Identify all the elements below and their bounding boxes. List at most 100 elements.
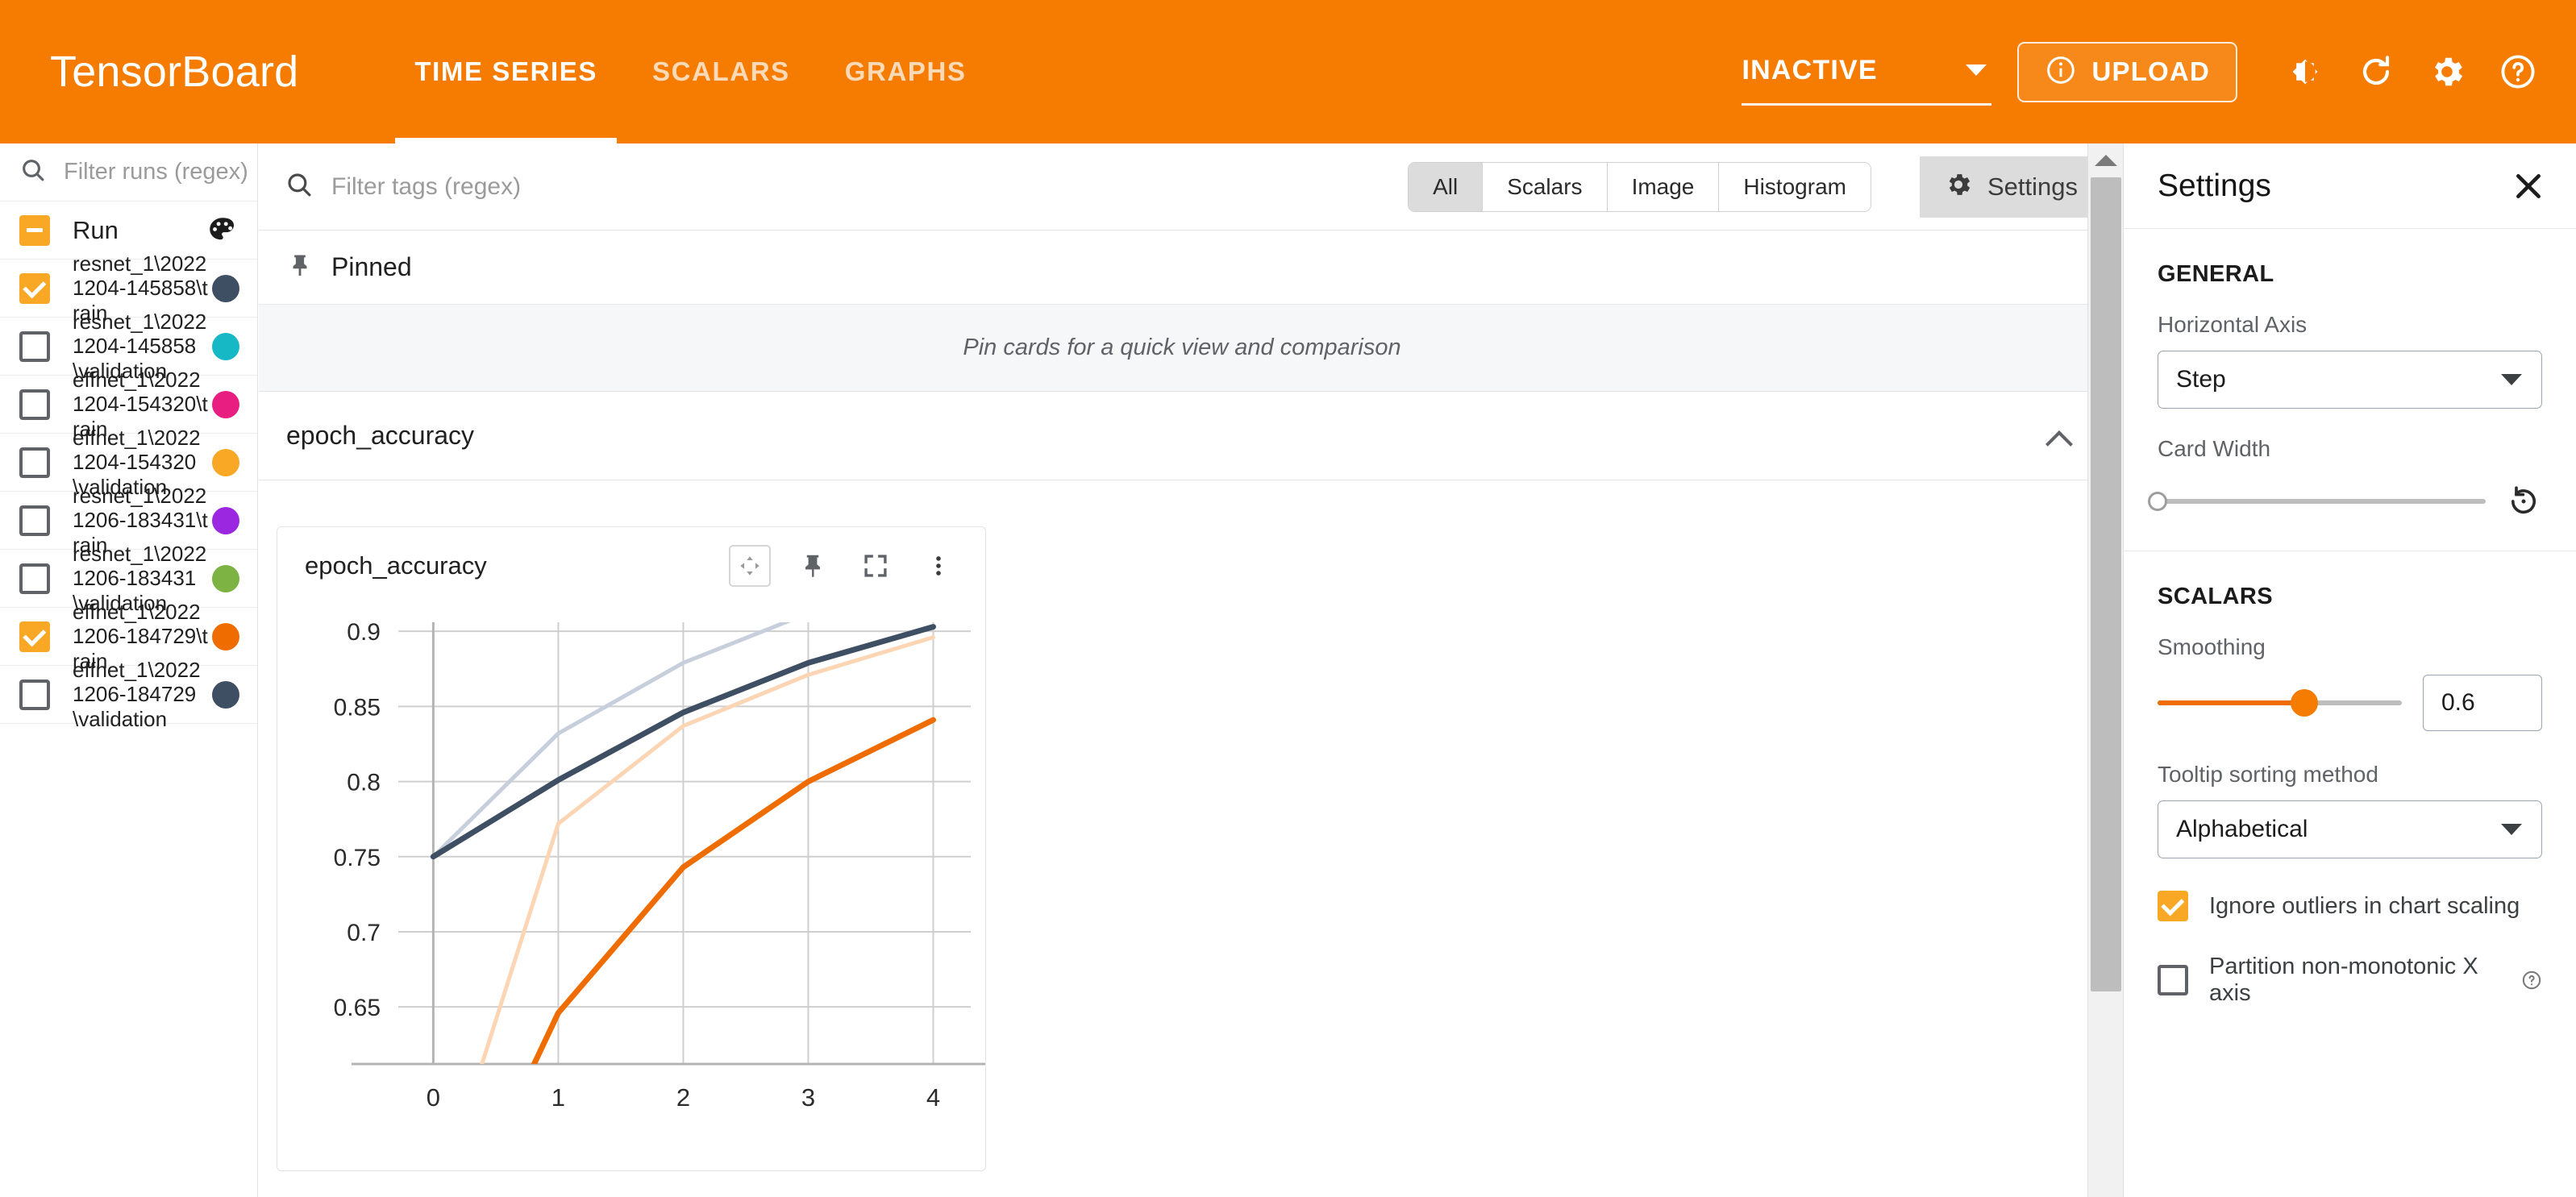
card-width-label: Card Width: [2158, 436, 2271, 461]
gear-icon[interactable]: [2423, 48, 2471, 96]
main-vertical-scrollbar[interactable]: [2087, 143, 2123, 1197]
scroll-up-arrow-icon[interactable]: [2094, 155, 2117, 166]
run-color-swatch: [212, 564, 239, 592]
settings-panel: Settings GENERAL Horizontal Axis Step Ca…: [2123, 143, 2576, 1197]
tab-time-series[interactable]: TIME SERIES: [387, 0, 625, 143]
tags-toolbar: Filter tags (regex) All Scalars Image Hi…: [259, 143, 2105, 231]
settings-panel-header: Settings: [2124, 143, 2576, 229]
scrollbar-thumb[interactable]: [2091, 177, 2121, 991]
restore-icon[interactable]: [2505, 483, 2542, 520]
run-checkbox[interactable]: [19, 389, 50, 420]
more-vert-icon[interactable]: [918, 545, 959, 587]
run-name-label: effnet_1\20221206-184729\validation: [73, 657, 201, 731]
card-width-slider-row: [2148, 483, 2542, 520]
plugin-toggle-image-label: Image: [1631, 173, 1695, 199]
run-checkbox[interactable]: [19, 447, 50, 478]
run-checkbox[interactable]: [19, 330, 50, 362]
settings-general-section: GENERAL Horizontal Axis Step Card Width: [2124, 229, 2576, 520]
pinned-label: Pinned: [331, 252, 412, 281]
run-color-swatch: [212, 506, 239, 534]
reload-status-label: INACTIVE: [1742, 54, 1878, 85]
run-checkbox[interactable]: [19, 679, 50, 710]
help-circle-icon[interactable]: [2521, 970, 2542, 991]
palette-icon[interactable]: [206, 214, 239, 247]
tags-filter-input[interactable]: Filter tags (regex): [331, 173, 521, 201]
reload-icon[interactable]: [2352, 48, 2400, 96]
close-icon[interactable]: [2510, 168, 2547, 205]
brightness-icon[interactable]: [2281, 48, 2329, 96]
tag-group-header-epoch-accuracy[interactable]: epoch_accuracy: [259, 392, 2105, 480]
plugin-toggle-all[interactable]: All: [1409, 162, 1484, 211]
settings-panel-title: Settings: [2158, 168, 2271, 203]
partition-x-axis-label: Partition non-monotonic X axis: [2209, 954, 2478, 1006]
smoothing-row: 0.6: [2158, 675, 2542, 731]
tooltip-sort-select[interactable]: Alphabetical: [2158, 800, 2542, 858]
ignore-outliers-checkbox[interactable]: [2158, 891, 2188, 921]
tags-filter-row[interactable]: Filter tags (regex): [259, 170, 1408, 203]
smoothing-slider[interactable]: [2158, 689, 2402, 717]
top-bar-actions: INACTIVE UPLOAD: [1742, 0, 2553, 143]
settings-scalars-section: SCALARS Smoothing 0.6 Tooltip sorting me…: [2124, 551, 2576, 1007]
pinned-empty-state: Pin cards for a quick view and compariso…: [259, 305, 2105, 392]
run-list-item[interactable]: effnet_1\20221206-184729\validation: [0, 658, 257, 731]
run-color-swatch: [212, 448, 239, 476]
tab-graphs[interactable]: GRAPHS: [818, 0, 994, 143]
run-checkbox[interactable]: [19, 505, 50, 536]
scalar-card-epoch-accuracy: epoch_accuracy 0.65 0.7 0.75 0.8 0.85 0.…: [277, 526, 986, 1171]
horizontal-axis-label: Horizontal Axis: [2158, 312, 2308, 337]
runs-panel: Filter runs (regex) Run resnet_1\2022120…: [0, 143, 258, 1197]
fullscreen-icon[interactable]: [855, 545, 897, 587]
svg-text:0: 0: [427, 1083, 440, 1112]
epoch-accuracy-line-chart[interactable]: 0.65 0.7 0.75 0.8 0.85 0.9 0 1 2 3 4: [277, 605, 985, 1169]
reload-status-select[interactable]: INACTIVE: [1742, 54, 1992, 106]
svg-text:3: 3: [801, 1083, 815, 1112]
data-table-icon[interactable]: [729, 545, 771, 587]
card-title: epoch_accuracy: [305, 551, 487, 580]
smoothing-input[interactable]: 0.6: [2423, 675, 2542, 731]
upload-button[interactable]: UPLOAD: [2017, 41, 2237, 102]
info-icon: [2045, 54, 2077, 90]
run-color-swatch: [212, 680, 239, 709]
runs-filter-input[interactable]: Filter runs (regex): [64, 159, 248, 185]
runs-filter-row[interactable]: Filter runs (regex): [0, 143, 257, 202]
svg-text:0.85: 0.85: [334, 694, 381, 721]
runs-header-label: Run: [73, 215, 119, 244]
partition-x-axis-checkbox[interactable]: [2158, 965, 2188, 995]
run-checkbox[interactable]: [19, 563, 50, 594]
settings-button[interactable]: Settings: [1919, 156, 2105, 218]
smoothing-label: Smoothing: [2158, 634, 2266, 659]
main-nav-tabs: TIME SERIES SCALARS GRAPHS: [387, 0, 993, 143]
svg-text:4: 4: [926, 1083, 940, 1112]
run-checkbox[interactable]: [19, 272, 50, 304]
svg-text:0.8: 0.8: [347, 770, 381, 796]
card-width-slider[interactable]: [2148, 492, 2486, 511]
plugin-toggle-scalars[interactable]: Scalars: [1483, 162, 1608, 211]
svg-text:0.7: 0.7: [347, 920, 381, 946]
pinned-section-header: Pinned: [259, 231, 2105, 305]
ignore-outliers-label: Ignore outliers in chart scaling: [2209, 892, 2520, 919]
tab-graphs-label: GRAPHS: [844, 56, 967, 86]
ignore-outliers-row[interactable]: Ignore outliers in chart scaling: [2158, 891, 2542, 921]
partition-x-axis-row[interactable]: Partition non-monotonic X axis: [2158, 954, 2542, 1007]
svg-text:0.75: 0.75: [334, 845, 381, 871]
card-width-slider-knob[interactable]: [2148, 492, 2167, 511]
chevron-down-icon: [2501, 374, 2522, 385]
pin-icon[interactable]: [792, 545, 834, 587]
settings-button-label: Settings: [1987, 172, 2078, 201]
chevron-up-icon[interactable]: [2047, 429, 2073, 443]
chevron-down-icon: [2501, 824, 2522, 835]
svg-text:2: 2: [676, 1083, 690, 1112]
help-icon[interactable]: [2494, 48, 2542, 96]
smoothing-slider-knob[interactable]: [2290, 689, 2318, 717]
plugin-toggle-histogram-label: Histogram: [1743, 173, 1846, 199]
runs-list: resnet_1\20221204-145858\train resnet_1\2…: [0, 251, 257, 731]
plugin-toggle-scalars-label: Scalars: [1507, 173, 1583, 199]
main-content: Filter tags (regex) All Scalars Image Hi…: [259, 143, 2105, 1197]
plugin-toggle-histogram[interactable]: Histogram: [1719, 162, 1871, 211]
select-all-runs-checkbox[interactable]: [19, 214, 50, 246]
horizontal-axis-select[interactable]: Step: [2158, 351, 2542, 409]
search-icon: [19, 156, 47, 188]
run-checkbox[interactable]: [19, 621, 50, 652]
tab-scalars[interactable]: SCALARS: [625, 0, 818, 143]
plugin-toggle-image[interactable]: Image: [1607, 162, 1720, 211]
